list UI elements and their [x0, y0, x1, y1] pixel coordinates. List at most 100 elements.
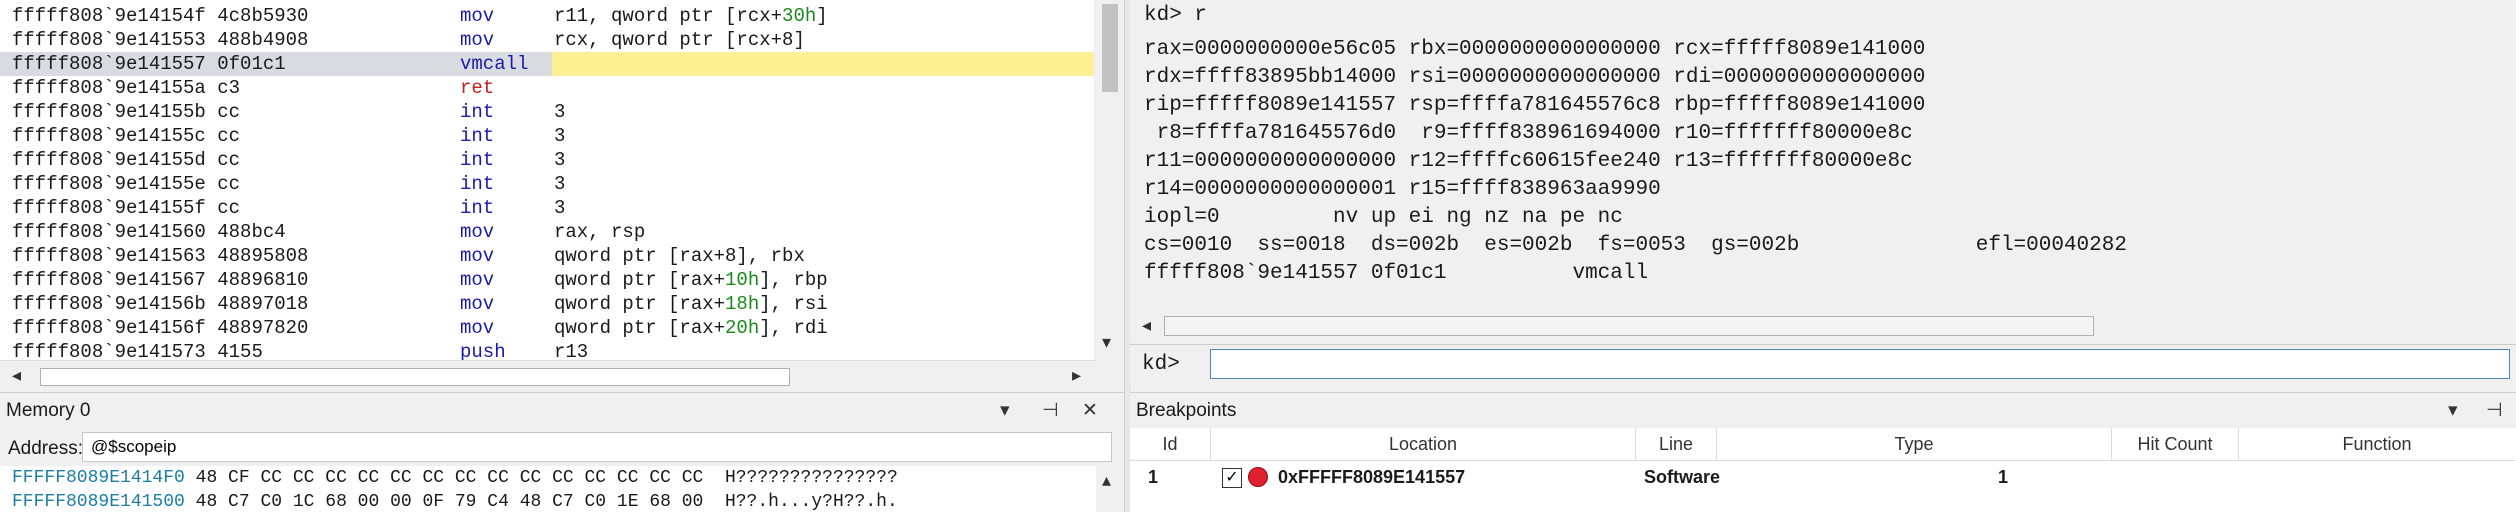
operand-number: 18h — [725, 293, 760, 315]
breakpoint-type: Software — [1644, 467, 1721, 487]
memory-address: FFFFF8089E141500 — [12, 492, 185, 512]
memory-line[interactable]: FFFFF8089E1414F0 48 CF CC CC CC CC CC CC… — [12, 466, 898, 490]
disassembly-line[interactable]: fffff808`9e14155f cc int 3 — [0, 196, 1094, 220]
disassembly-line[interactable]: fffff808`9e14156b 48897018 mov qword ptr [… — [0, 292, 1094, 316]
column-header-type[interactable]: Type — [1717, 428, 2112, 461]
breakpoint-dot-icon — [1248, 467, 1268, 487]
operand-text: ] — [816, 5, 828, 27]
scrollbar-thumb[interactable] — [1102, 4, 1118, 92]
disassembly-address: fffff808`9e141557 0f01c1 — [12, 53, 286, 75]
memory-bytes: 48 C7 C0 1C 68 00 00 0F 79 C4 48 C7 C0 1… — [195, 492, 704, 512]
disassembly-mnemonic: int — [460, 173, 495, 195]
operand-text: rcx, qword ptr [rcx+8] — [554, 29, 805, 51]
disassembly-line[interactable]: fffff808`9e14155d cc int 3 — [0, 148, 1094, 172]
disassembly-line[interactable]: fffff808`9e14155c cc int 3 — [0, 124, 1094, 148]
operand-number: 20h — [725, 317, 760, 339]
disassembly-operands: r13 — [554, 340, 588, 360]
command-output-line: rdx=ffff83895bb14000 rsi=000000000000000… — [1144, 66, 1926, 89]
operand-text: 3 — [554, 149, 566, 171]
command-output-line: rip=fffff8089e141557 rsp=ffffa781645576c… — [1144, 94, 1926, 117]
scroll-left-icon[interactable]: ◂ — [12, 367, 21, 385]
scrollbar-thumb[interactable] — [40, 368, 790, 386]
dropdown-icon[interactable]: ▾ — [1000, 399, 1010, 422]
operand-text: qword ptr [rax+8], rbx — [554, 245, 805, 267]
operand-text: rax, rsp — [554, 221, 646, 243]
scrollbar-thumb[interactable] — [1164, 316, 2094, 336]
disassembly-address: fffff808`9e14155e cc — [12, 173, 241, 195]
disassembly-mnemonic: int — [460, 125, 495, 147]
command-input[interactable] — [1210, 349, 2510, 379]
disassembly-line[interactable]: fffff808`9e14155b cc int 3 — [0, 100, 1094, 124]
memory-address-row: Address: — [0, 430, 1124, 466]
disassembly-line[interactable]: fffff808`9e141567 48896810 mov qword ptr [… — [0, 268, 1094, 292]
disassembly-operands: rcx, qword ptr [rcx+8] — [554, 28, 805, 52]
disassembly-address: fffff808`9e14154f 4c8b5930 — [12, 5, 309, 27]
disassembly-line[interactable]: fffff808`9e14155e cc int 3 — [0, 172, 1094, 196]
disassembly-operands: qword ptr [rax+18h], rsi — [554, 292, 828, 316]
disassembly-operands: 3 — [554, 172, 565, 196]
disassembly-mnemonic: vmcall — [460, 53, 529, 75]
disassembly-line[interactable]: fffff808`9e141557 0f01c1 vmcall — [0, 52, 1094, 76]
breakpoint-enabled-checkbox[interactable]: ✓ — [1222, 468, 1242, 488]
command-echo: kd> r — [1144, 4, 1208, 27]
command-output: kd> r rax=0000000000e56c05 rbx=0000000000… — [1130, 0, 2516, 312]
disassembly-operands: qword ptr [rax+8], rbx — [554, 244, 805, 268]
column-header-function[interactable]: Function — [2239, 428, 2515, 461]
disassembly-line[interactable]: fffff808`9e141560 488bc4 mov rax, rsp — [0, 220, 1094, 244]
disassembly-line[interactable]: fffff808`9e14155a c3 ret — [0, 76, 1094, 100]
operand-text: qword ptr [rax+ — [554, 317, 726, 339]
column-header-location[interactable]: Location — [1211, 428, 1636, 461]
scroll-left-icon[interactable]: ◂ — [1142, 317, 1151, 335]
breakpoint-location[interactable]: 0xFFFFF8089E141557 — [1278, 462, 1465, 492]
command-output-line: cs=0010 ss=0018 ds=002b es=002b fs=0053 … — [1144, 234, 2127, 257]
column-header-hit-count[interactable]: Hit Count — [2112, 428, 2239, 461]
operand-text: ], rsi — [759, 293, 828, 315]
disassembly-mnemonic: mov — [460, 221, 495, 243]
breakpoints-pane-title: Breakpoints — [1136, 400, 1237, 421]
scroll-down-icon[interactable]: ▾ — [1102, 334, 1111, 352]
disassembly-operands: 3 — [554, 100, 565, 124]
disassembly-line[interactable]: fffff808`9e141563 48895808 mov qword ptr [… — [0, 244, 1094, 268]
disassembly-mnemonic: int — [460, 101, 495, 123]
disassembly-horizontal-scrollbar[interactable]: ◂ ▸ — [0, 360, 1096, 391]
disassembly-pane[interactable]: fffff808`9e14154f 4c8b5930 mov r11, qword … — [0, 0, 1094, 360]
disassembly-vertical-scrollbar[interactable]: ▾ — [1096, 0, 1124, 360]
disassembly-line[interactable]: fffff808`9e141573 4155 push r13 — [0, 340, 1094, 360]
memory-address-input[interactable] — [82, 432, 1112, 462]
operand-number: 10h — [725, 269, 760, 291]
disassembly-operands: qword ptr [rax+20h], rdi — [554, 316, 828, 340]
command-output-line: r14=0000000000000001 r15=ffff838963aa999… — [1144, 178, 1661, 201]
pin-icon[interactable]: ⊣ — [2486, 399, 2503, 422]
column-header-id[interactable]: Id — [1130, 428, 1211, 461]
disassembly-mnemonic: mov — [460, 269, 495, 291]
command-input-row: kd> — [1130, 344, 2516, 385]
scroll-up-icon[interactable]: ▴ — [1102, 472, 1111, 490]
memory-ascii: H??.h...y?H??.h. — [724, 492, 898, 512]
operand-text: ], rbp — [759, 269, 828, 291]
disassembly-line[interactable]: fffff808`9e141553 488b4908 mov rcx, qword … — [0, 28, 1094, 52]
operand-text: 3 — [554, 173, 566, 195]
command-output-line: fffff808`9e141557 0f01c1 vmcall — [1144, 262, 1649, 285]
scroll-right-icon[interactable]: ▸ — [1072, 367, 1081, 385]
memory-view[interactable]: FFFFF8089E1414F0 48 CF CC CC CC CC CC CC… — [0, 466, 1096, 512]
memory-vertical-scrollbar[interactable]: ▴ — [1096, 466, 1124, 512]
memory-line[interactable]: FFFFF8089E141500 48 C7 C0 1C 68 00 00 0F… — [12, 490, 898, 512]
operand-text: qword ptr [rax+ — [554, 293, 726, 315]
operand-text: 3 — [554, 101, 566, 123]
disassembly-line[interactable]: fffff808`9e14154f 4c8b5930 mov r11, qword … — [0, 4, 1094, 28]
disassembly-operands: 3 — [554, 124, 565, 148]
breakpoints-table: Id Location Line Type Hit Count Function… — [1130, 428, 2516, 512]
disassembly-address: fffff808`9e14155b cc — [12, 101, 241, 123]
command-horizontal-scrollbar[interactable]: ◂ — [1130, 312, 2516, 340]
disassembly-address: fffff808`9e14155a c3 — [12, 77, 241, 99]
dropdown-icon[interactable]: ▾ — [2448, 399, 2458, 422]
close-icon[interactable]: ✕ — [1082, 399, 1098, 422]
operand-text: qword ptr [rax+ — [554, 269, 726, 291]
command-output-line: rax=0000000000e56c05 rbx=000000000000000… — [1144, 38, 1926, 61]
disassembly-line[interactable]: fffff808`9e14156f 48897820 mov qword ptr [… — [0, 316, 1094, 340]
disassembly-address: fffff808`9e141553 488b4908 — [12, 29, 309, 51]
column-header-line[interactable]: Line — [1636, 428, 1717, 461]
pin-icon[interactable]: ⊣ — [1042, 399, 1059, 422]
breakpoint-hit-count: 1 — [1998, 467, 2009, 487]
operand-text: r13 — [554, 341, 589, 360]
